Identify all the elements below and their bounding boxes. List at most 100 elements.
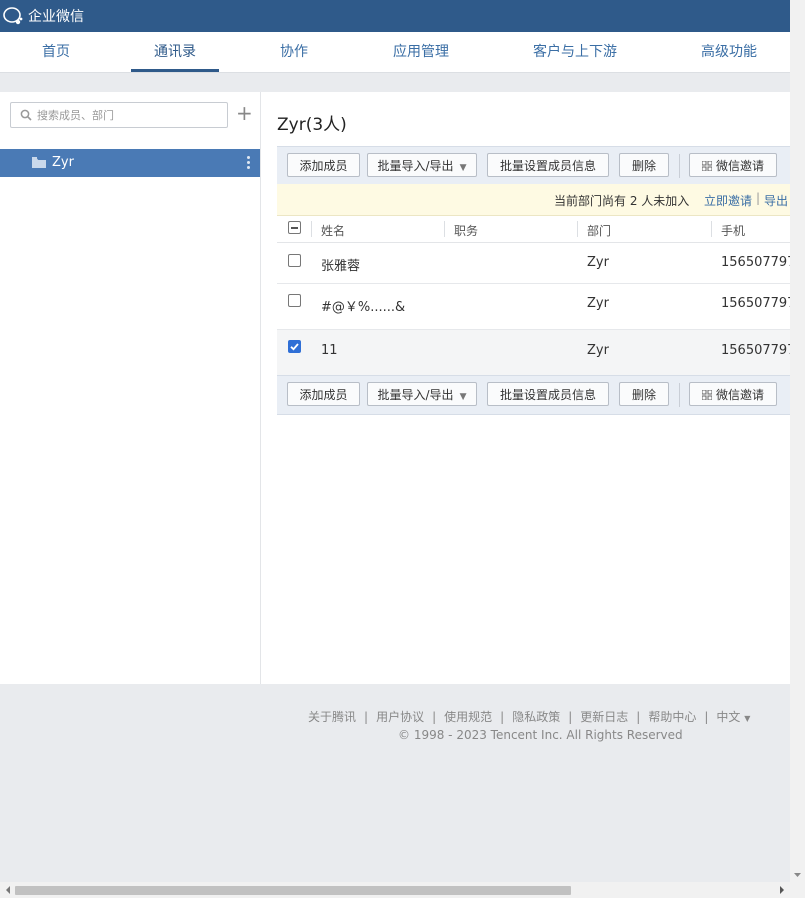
copyright: © 1998 - 2023 Tencent Inc. All Rights Re… [398,728,683,742]
column-header-name: 姓名 [321,224,346,238]
dropdown-arrow-icon: ▼ [459,392,467,402]
table-row[interactable]: 11 Zyr 15650779797 [277,330,790,376]
nav-contacts[interactable]: 通讯录 [131,32,219,72]
scroll-left-arrow-icon[interactable] [3,882,13,898]
org-sidebar: 搜索成员、部门 + Zyr [0,92,261,684]
footer-link-usage-rules[interactable]: 使用规范 [444,710,492,724]
delete-button[interactable]: 删除 [619,382,669,406]
footer-divider: | [568,710,573,724]
dept-label: Zyr [52,155,74,170]
member-phone: 15650779797 [721,255,790,270]
footer-divider: | [636,710,641,724]
member-list-area: Zyr(3人) 添加成员 批量导入/导出 ▼ 批量设置成员信息 删除 微信邀请 当… [277,92,790,684]
footer-divider: | [432,710,437,724]
dropdown-arrow-icon: ▼ [744,714,751,723]
add-icon[interactable]: + [236,102,253,126]
member-name[interactable]: 张雅蓉 [321,255,360,274]
footer-link-changelog[interactable]: 更新日志 [580,710,628,724]
nav-customers[interactable]: 客户与上下游 [520,32,630,72]
nav-home[interactable]: 首页 [20,32,92,72]
toolbar-top: 添加成员 批量导入/导出 ▼ 批量设置成员信息 删除 微信邀请 [277,146,790,186]
nav-active-indicator [131,69,219,72]
batch-set-info-button[interactable]: 批量设置成员信息 [487,382,609,406]
pending-join-notice: 当前部门尚有 2 人未加入 立即邀请 | 导出 [277,184,790,216]
member-phone: 15650779797 [721,296,790,311]
add-member-button[interactable]: 添加成员 [287,153,360,177]
toolbar-divider [679,154,680,178]
column-divider [577,221,578,237]
page-title: Zyr(3人) [277,115,347,135]
nav-collaboration[interactable]: 协作 [258,32,330,72]
wechat-invite-label: 微信邀请 [715,388,764,402]
wechat-invite-button[interactable]: 微信邀请 [689,153,777,177]
table-header: 姓名 职务 部门 手机 [277,215,790,243]
footer-link-privacy[interactable]: 隐私政策 [512,710,560,724]
table-row[interactable]: #@￥%......& Zyr 15650779797 [277,284,790,330]
scroll-right-arrow-icon[interactable] [777,882,787,898]
member-name[interactable]: #@￥%......& [321,296,405,315]
top-bar: 企业微信 [0,0,790,32]
add-member-button[interactable]: 添加成员 [287,382,360,406]
qrcode-icon [701,160,713,172]
language-label: 中文 [716,710,741,724]
member-phone: 15650779797 [721,343,790,358]
member-dept: Zyr [587,343,609,358]
footer-divider: | [364,710,369,724]
footer-divider: | [500,710,505,724]
member-name[interactable]: 11 [321,343,338,358]
row-checkbox[interactable] [288,254,301,267]
footer-link-about[interactable]: 关于腾讯 [308,710,356,724]
contacts-panel: 搜索成员、部门 + Zyr Zyr(3人) 添加成员 批量导入/导出 ▼ 批量设置… [0,92,790,684]
app-logo[interactable]: 企业微信 [2,6,84,26]
qrcode-icon [701,389,713,401]
main-nav: 首页 通讯录 协作 应用管理 客户与上下游 高级功能 [0,32,790,73]
row-checkbox[interactable] [288,294,301,307]
vertical-scrollbar[interactable] [790,0,805,898]
batch-import-export-button[interactable]: 批量导入/导出 ▼ [367,382,477,406]
app-title: 企业微信 [28,9,84,25]
footer-link-user-agreement[interactable]: 用户协议 [376,710,424,724]
search-placeholder: 搜索成员、部门 [37,109,114,122]
table-row[interactable]: 张雅蓉 Zyr 15650779797 [277,243,790,284]
member-dept: Zyr [587,255,609,270]
more-icon[interactable] [244,154,252,172]
column-divider [711,221,712,237]
row-checkbox-checked[interactable] [288,340,301,353]
wecom-logo-icon [3,7,23,25]
check-icon [290,343,299,351]
folder-icon [32,157,46,168]
delete-button[interactable]: 删除 [619,153,669,177]
batch-import-export-label: 批量导入/导出 [377,388,454,402]
export-link[interactable]: 导出 [764,192,788,209]
language-selector[interactable]: 中文 ▼ [716,710,750,724]
nav-app-management[interactable]: 应用管理 [375,32,467,72]
toolbar-bottom: 添加成员 批量导入/导出 ▼ 批量设置成员信息 删除 微信邀请 [277,375,790,415]
column-header-dept: 部门 [587,224,612,238]
wechat-invite-button[interactable]: 微信邀请 [689,382,777,406]
search-input[interactable]: 搜索成员、部门 [10,102,228,128]
column-header-phone: 手机 [721,224,746,238]
toolbar-divider [679,383,680,407]
invite-now-link[interactable]: 立即邀请 [704,192,752,209]
horizontal-scrollbar[interactable] [0,882,790,898]
batch-set-info-button[interactable]: 批量设置成员信息 [487,153,609,177]
batch-import-export-label: 批量导入/导出 [377,159,454,173]
notice-text: 当前部门尚有 2 人未加入 [554,194,690,208]
column-divider [444,221,445,237]
column-header-position: 职务 [454,224,479,238]
batch-import-export-button[interactable]: 批量导入/导出 ▼ [367,153,477,177]
wechat-invite-label: 微信邀请 [715,159,764,173]
horizontal-scroll-thumb[interactable] [15,886,571,895]
footer-link-help[interactable]: 帮助中心 [648,710,696,724]
scroll-down-arrow-icon[interactable] [790,870,805,880]
footer-divider: | [704,710,709,724]
dept-item-zyr[interactable]: Zyr [0,149,260,177]
minus-icon [291,227,298,229]
select-all-checkbox[interactable] [288,221,301,234]
column-divider [311,221,312,237]
footer-links: 关于腾讯 | 用户协议 | 使用规范 | 隐私政策 | 更新日志 | 帮助中心 | 中文 ▼ [308,708,750,725]
nav-advanced[interactable]: 高级功能 [686,32,772,72]
notice-divider: | [756,191,761,205]
member-dept: Zyr [587,296,609,311]
search-icon [20,109,32,121]
